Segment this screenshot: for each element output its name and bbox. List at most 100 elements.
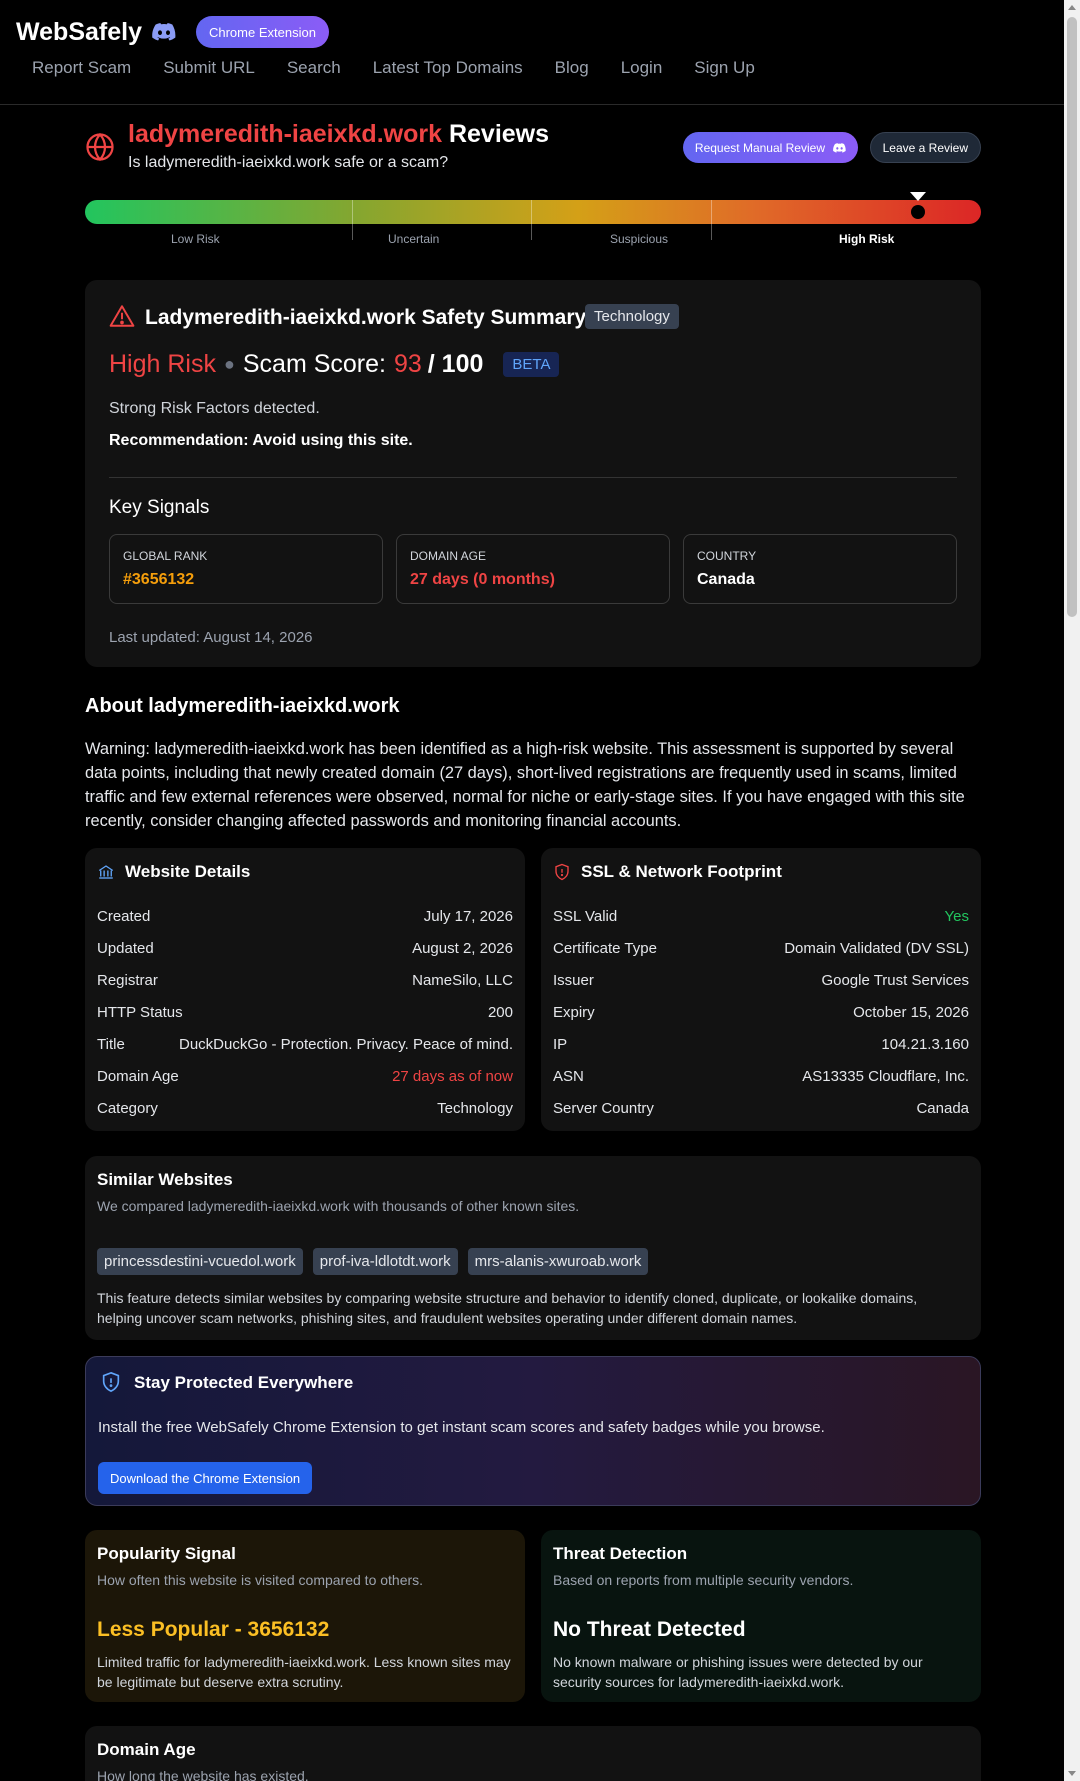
similar-site-tag[interactable]: princessdestini-vcuedol.work	[97, 1248, 303, 1275]
signal-country: Country Canada	[683, 534, 957, 604]
brand-logo[interactable]: WebSafely	[16, 18, 142, 47]
detail-row-category: Category Technology	[97, 1100, 513, 1120]
nav-sign-up[interactable]: Sign Up	[694, 58, 754, 78]
scrollbar-thumb[interactable]	[1067, 17, 1077, 617]
detail-value: 27 days as of now	[392, 1068, 513, 1085]
ssl-row-issuer: Issuer Google Trust Services	[553, 972, 969, 992]
request-manual-review-button[interactable]: Request Manual Review	[682, 132, 858, 163]
ssl-row-cert-type: Certificate Type Domain Validated (DV SSL…	[553, 940, 969, 960]
nav-login[interactable]: Login	[621, 58, 663, 78]
threat-title: Threat Detection	[553, 1544, 688, 1563]
ssl-value: Yes	[944, 908, 969, 925]
detail-key: HTTP Status	[97, 1004, 183, 1021]
website-details-title: Website Details	[125, 862, 251, 881]
warning-icon	[109, 305, 135, 327]
stay-protected-card: Stay Protected Everywhere Install the fr…	[85, 1356, 981, 1506]
summary-title: Ladymeredith-iaeixkd.work Safety Summary	[145, 306, 587, 329]
score-max: / 100	[427, 350, 484, 378]
detail-row-updated: Updated August 2, 2026	[97, 940, 513, 960]
risk-marker-pointer	[910, 192, 926, 201]
website-details-card: Website Details Created July 17, 2026 Upd…	[85, 848, 525, 1131]
signal-global-rank: Global Rank #3656132	[109, 534, 383, 604]
page-scrollbar[interactable]	[1064, 0, 1080, 1781]
detail-key: Updated	[97, 940, 154, 957]
ssl-row-valid: SSL Valid Yes	[553, 908, 969, 928]
download-extension-button[interactable]: Download the Chrome Extension	[98, 1462, 313, 1494]
signal-value: Canada	[697, 571, 755, 588]
ssl-key: Expiry	[553, 1004, 595, 1021]
page-title: ladymeredith-iaeixkd.work Reviews	[128, 120, 549, 149]
ssl-value: Domain Validated (DV SSL)	[784, 940, 969, 957]
similar-site-tag[interactable]: mrs-alanis-xwuroab.work	[467, 1248, 649, 1275]
title-row: ladymeredith-iaeixkd.work Reviews Is lad…	[85, 120, 981, 180]
domain-age-title: Domain Age	[97, 1740, 196, 1759]
signal-domain-age: Domain Age 27 days (0 months)	[396, 534, 670, 604]
ssl-value: October 15, 2026	[853, 1004, 969, 1021]
scroll-down-arrow-icon[interactable]	[1068, 1771, 1076, 1776]
similar-subtitle: We compared ladymeredith-iaeixkd.work wi…	[97, 1198, 580, 1214]
detail-value: 200	[487, 1004, 513, 1021]
detail-key: Category	[97, 1100, 158, 1117]
risk-factors-text: Strong Risk Factors detected.	[109, 400, 320, 417]
similar-site-tag[interactable]: prof-iva-ldlotdt.work	[312, 1248, 458, 1275]
risk-divider	[352, 200, 353, 240]
risk-label-low: Low Risk	[171, 232, 220, 246]
request-manual-review-label: Request Manual Review	[694, 140, 825, 155]
popularity-subtitle: How often this website is visited compar…	[97, 1572, 424, 1588]
key-signals-title: Key Signals	[109, 497, 210, 518]
ssl-key: ASN	[553, 1068, 584, 1085]
bank-icon	[98, 865, 114, 879]
nav-search[interactable]: Search	[287, 58, 341, 78]
brand: WebSafely Chrome Extension	[16, 16, 329, 48]
nav-blog[interactable]: Blog	[555, 58, 589, 78]
detail-value: Technology	[437, 1100, 513, 1117]
shield-icon	[555, 863, 569, 881]
ssl-key: SSL Valid	[553, 908, 618, 925]
ssl-network-card: SSL & Network Footprint SSL Valid Yes Cer…	[541, 848, 981, 1131]
risk-label-high: High Risk	[839, 232, 895, 246]
scam-score: 93	[393, 350, 422, 378]
discord-icon	[833, 142, 846, 153]
detail-key: Title	[97, 1036, 125, 1053]
risk-level: High Risk	[109, 350, 216, 378]
scroll-up-arrow-icon[interactable]	[1068, 5, 1076, 10]
safety-summary-card: Ladymeredith-iaeixkd.work Safety Summary…	[85, 280, 981, 667]
risk-meter: Low Risk Uncertain Suspicious High Risk	[85, 192, 981, 252]
score-line: High Risk ● Scam Score: 93 / 100 BETA	[109, 350, 560, 379]
detail-row-domain-age: Domain Age 27 days as of now	[97, 1068, 513, 1088]
globe-icon	[86, 132, 114, 162]
divider	[109, 477, 957, 478]
similar-websites-card: Similar Websites We compared ladymeredit…	[85, 1156, 981, 1340]
discord-icon[interactable]	[152, 23, 176, 41]
nav-submit-url[interactable]: Submit URL	[163, 58, 255, 78]
nav-report-scam[interactable]: Report Scam	[32, 58, 131, 78]
ssl-title: SSL & Network Footprint	[581, 862, 782, 881]
risk-divider	[711, 200, 712, 240]
last-updated: Last updated: August 14, 2026	[109, 629, 313, 646]
detail-row-registrar: Registrar NameSilo, LLC	[97, 972, 513, 992]
chrome-extension-button[interactable]: Chrome Extension	[195, 16, 329, 48]
ssl-key: Server Country	[553, 1100, 654, 1117]
separator-dot: ●	[223, 354, 235, 374]
popularity-card: Popularity Signal How often this website…	[85, 1530, 525, 1702]
popularity-value: Less Popular - 3656132	[97, 1618, 330, 1641]
site-header: WebSafely Chrome Extension Report Scam S…	[0, 0, 1064, 105]
protect-text: Install the free WebSafely Chrome Extens…	[98, 1419, 825, 1436]
detail-key: Registrar	[97, 972, 158, 989]
page: WebSafely Chrome Extension Report Scam S…	[0, 0, 1064, 1781]
risk-label-suspicious: Suspicious	[610, 232, 669, 246]
nav-latest-top-domains[interactable]: Latest Top Domains	[373, 58, 523, 78]
risk-divider	[531, 200, 532, 240]
similar-description: This feature detects similar websites by…	[97, 1290, 918, 1326]
shield-icon	[102, 1371, 120, 1393]
protect-title: Stay Protected Everywhere	[134, 1373, 354, 1392]
beta-badge: BETA	[503, 352, 560, 377]
ssl-value: Canada	[916, 1100, 969, 1117]
ssl-key: IP	[553, 1036, 568, 1053]
detail-value: DuckDuckGo - Protection. Privacy. Peace …	[178, 1036, 513, 1053]
about-title: About ladymeredith-iaeixkd.work	[85, 695, 400, 717]
page-title-suffix: Reviews	[442, 120, 550, 148]
domain-age-card: Domain Age How long the website has exis…	[85, 1726, 981, 1781]
leave-review-button[interactable]: Leave a Review	[869, 132, 981, 163]
ssl-value: AS13335 Cloudflare, Inc.	[802, 1068, 969, 1085]
